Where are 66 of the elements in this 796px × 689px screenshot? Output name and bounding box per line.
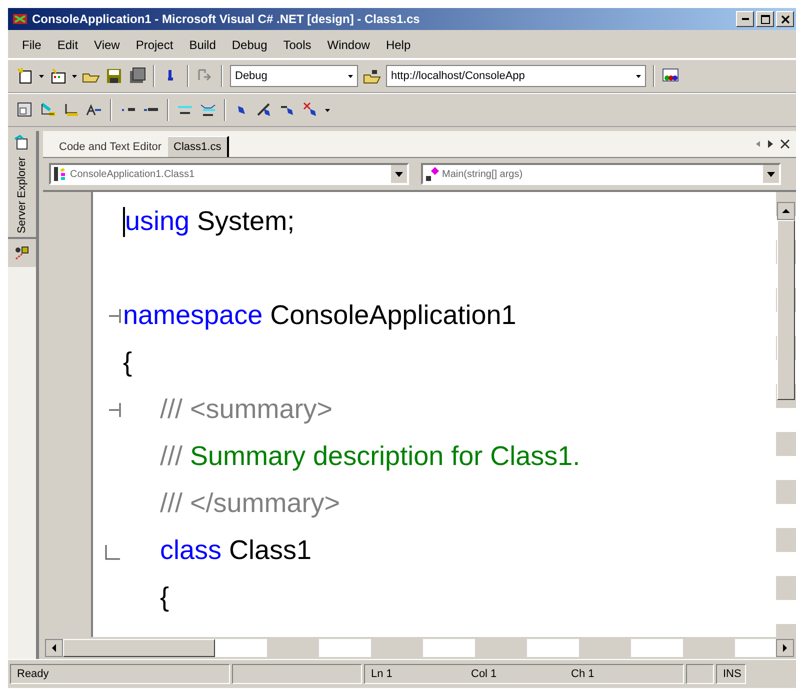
status-text: Col 1 [471, 668, 498, 680]
side-tab[interactable] [8, 239, 36, 268]
status-panel [686, 664, 714, 684]
horizontal-scrollbar[interactable] [43, 637, 796, 659]
dropdown-arrow-icon[interactable] [325, 108, 330, 112]
scrollbar-thumb[interactable] [777, 220, 795, 400]
close-icon[interactable] [780, 139, 790, 149]
dropdown-arrow-icon[interactable] [348, 74, 353, 78]
status-mode: INS [716, 664, 746, 684]
code-line: /// <summary> [159, 394, 333, 425]
dropdown-arrow-icon[interactable] [636, 74, 641, 78]
minimize-button[interactable] [736, 11, 754, 27]
save-icon[interactable] [105, 67, 123, 85]
add-item-icon[interactable] [49, 67, 67, 85]
menu-item[interactable]: Debug [224, 38, 276, 52]
code-editor[interactable]: using System; namespace ConsoleApplication1 { /// <summary> /// Summary description for Class1. /// </summary> class Class1 { [93, 192, 776, 637]
server-explorer-icon [14, 135, 30, 151]
dropdown-arrow-icon[interactable] [767, 172, 775, 176]
maximize-button[interactable] [756, 11, 774, 27]
scroll-right-icon[interactable] [767, 139, 774, 149]
class-icon [53, 166, 67, 182]
configuration-combo[interactable]: Debug [230, 65, 358, 87]
menu-item[interactable]: Edit [49, 38, 86, 52]
status-message: Ready [10, 664, 230, 684]
code-line: /// </summary> [159, 488, 340, 519]
scroll-left-icon[interactable] [45, 639, 63, 657]
menu-item[interactable]: Tools [275, 38, 320, 52]
menu-item[interactable]: File [14, 38, 50, 52]
menu-item[interactable]: Help [378, 38, 419, 52]
maximize-icon [760, 14, 770, 24]
dropdown-arrow-icon[interactable] [395, 172, 403, 176]
code-line: { [159, 582, 170, 613]
code-line: { [123, 347, 132, 378]
find-combo[interactable]: http://localhost/ConsoleApp [386, 65, 646, 87]
document-tab[interactable]: Class1.cs [168, 136, 230, 157]
minimize-icon [742, 18, 748, 20]
menu-item[interactable]: View [86, 38, 128, 52]
dropdown-arrow-icon[interactable] [39, 74, 44, 78]
app-icon [12, 11, 28, 27]
dropdown-arrow-icon[interactable] [72, 74, 77, 78]
status-text: Ch 1 [571, 668, 596, 680]
scrollbar-thumb[interactable] [63, 639, 215, 657]
close-button[interactable] [776, 11, 794, 27]
object-members-icon[interactable] [16, 101, 34, 119]
window-title: ConsoleApplication1 - Microsoft Visual C# .NET [design] - Class1.cs [32, 12, 421, 26]
find-in-files-icon[interactable] [363, 67, 381, 85]
code-line: using System; [123, 206, 295, 237]
code-line: class Class1 [159, 535, 312, 566]
scroll-right-icon[interactable] [776, 639, 794, 657]
types-dropdown[interactable]: ConsoleApplication1.Class1 [49, 163, 409, 185]
toolbox-icon [14, 245, 30, 262]
code-line: /// Summary description for Class1. [159, 441, 580, 472]
new-project-icon[interactable] [16, 67, 34, 85]
scroll-up-icon[interactable] [777, 202, 795, 220]
menu-item[interactable]: Build [181, 38, 224, 52]
close-icon [780, 14, 790, 24]
document-tab[interactable]: Code and Text Editor [53, 137, 168, 157]
menu-item[interactable]: Window [319, 38, 378, 52]
code-line: namespace ConsoleApplication1 [123, 300, 516, 331]
save-all-icon[interactable] [128, 67, 146, 85]
side-tab[interactable]: Server Explorer [8, 131, 36, 240]
parameter-info-icon[interactable] [39, 101, 57, 119]
members-dropdown[interactable]: Main(string[] args) [421, 163, 781, 185]
menu-item[interactable]: Project [128, 38, 182, 52]
status-text: Ln 1 [371, 668, 394, 680]
method-icon [425, 166, 439, 182]
